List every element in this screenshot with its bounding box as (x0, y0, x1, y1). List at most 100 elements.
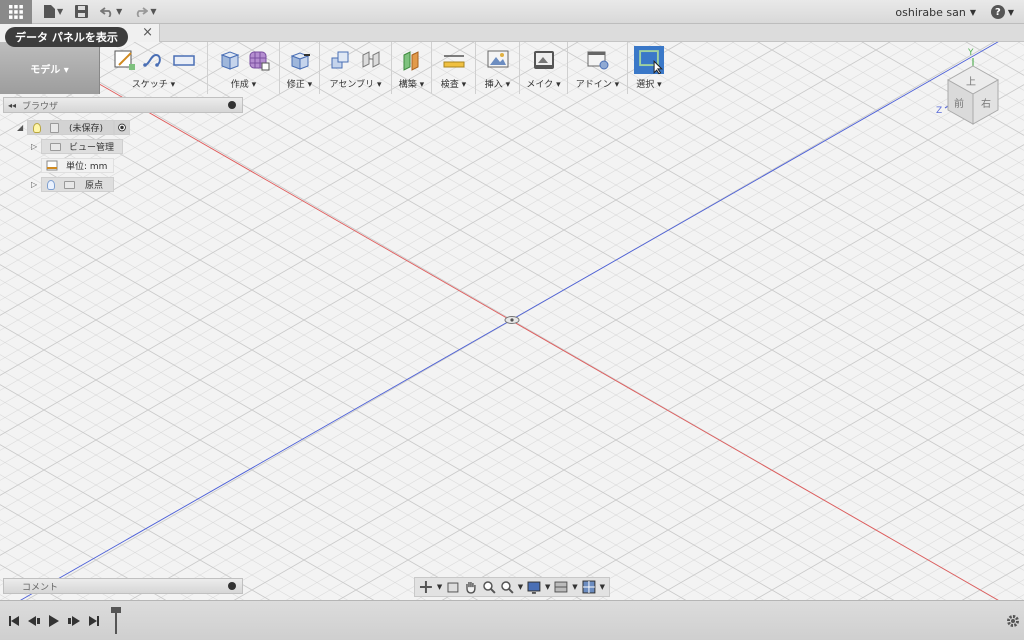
assemble-group[interactable]: アセンブリ ▾ (320, 42, 392, 94)
extrude-icon[interactable] (218, 49, 240, 71)
inspect-group-label: 検査 ▾ (440, 80, 467, 90)
cube-right-face[interactable]: 右 (981, 95, 991, 110)
tree-row-units[interactable]: 単位: mm (41, 158, 115, 173)
user-menu[interactable]: oshirabe san ▼ (895, 0, 976, 24)
select-icon[interactable] (634, 46, 664, 74)
orbit-icon[interactable] (419, 580, 433, 594)
construct-group[interactable]: 構築 ▾ (392, 42, 432, 94)
minimize-icon[interactable] (228, 101, 236, 109)
form-icon[interactable] (248, 49, 270, 71)
tree-row-origin[interactable]: ▷ 原点 (31, 177, 115, 192)
offset-plane-icon[interactable] (401, 49, 423, 71)
visibility-bulb-icon[interactable] (47, 179, 55, 190)
go-to-end-icon[interactable] (84, 611, 104, 631)
sketch-group[interactable]: スケッチ ▾ (100, 42, 208, 94)
timeline-marker-icon[interactable] (110, 606, 122, 636)
new-component-icon[interactable] (330, 49, 352, 71)
component-icon (50, 122, 59, 133)
origin-marker[interactable] (504, 316, 520, 324)
assemble-group-label: アセンブリ ▾ (329, 80, 382, 90)
close-tab-icon[interactable]: × (142, 25, 153, 40)
select-group-label: 選択 ▾ (636, 80, 662, 90)
chevron-down-icon[interactable]: ▼ (437, 583, 442, 591)
expand-triangle-icon[interactable]: ▷ (31, 142, 41, 151)
browser-title: ブラウザ (22, 101, 59, 112)
visibility-bulb-icon[interactable] (33, 122, 41, 133)
chevron-down-icon[interactable]: ▼ (600, 583, 605, 591)
construct-group-label: 構築 ▾ (398, 80, 425, 90)
pan-hand-icon[interactable] (464, 580, 478, 594)
tree-root-row[interactable]: ◢ (未保存) (17, 120, 131, 135)
chevron-down-icon[interactable]: ▼ (572, 583, 577, 591)
press-pull-icon[interactable] (289, 49, 311, 71)
scripts-addins-icon[interactable] (587, 49, 609, 71)
insert-group-label: 挿入 ▾ (484, 80, 511, 90)
redo-button[interactable]: ▼ (128, 0, 162, 24)
look-at-icon[interactable] (446, 580, 460, 594)
comments-panel-header[interactable]: コメント (3, 578, 243, 594)
select-group[interactable]: 選択 ▾ (628, 42, 670, 94)
viewport-canvas[interactable] (0, 0, 1024, 640)
comments-title: コメント (22, 582, 59, 593)
inspect-group[interactable]: 検査 ▾ (432, 42, 476, 94)
spline-icon[interactable] (142, 49, 165, 71)
units-icon (46, 160, 58, 171)
timeline-bar (0, 600, 1024, 640)
step-forward-icon[interactable] (64, 611, 84, 631)
cube-z-label: Z (936, 106, 943, 116)
joint-icon[interactable] (360, 49, 382, 71)
viewports-icon[interactable] (582, 580, 596, 594)
navigation-bar: ▼ ▼ ▼ ▼ ▼ (414, 577, 610, 597)
app-top-bar: ▼ ▼ ▼ oshirabe san ▼ ? ▼ (0, 0, 1024, 24)
chevron-down-icon[interactable]: ▼ (545, 583, 550, 591)
activate-radio-icon[interactable] (114, 120, 131, 135)
minimize-icon[interactable] (228, 582, 236, 590)
undo-icon (100, 6, 112, 17)
sketch-group-label: スケッチ ▾ (131, 80, 176, 90)
main-toolbar: モデル ▾ スケッチ ▾ 作成 ▾ 修正 ▾ アセンブリ ▾ 構築 ▾ 検査 ▾… (0, 42, 670, 94)
step-back-icon[interactable] (24, 611, 44, 631)
workspace-switcher[interactable]: モデル ▾ (0, 42, 100, 94)
grid-settings-icon[interactable] (554, 580, 568, 594)
go-to-start-icon[interactable] (4, 611, 24, 631)
grid-icon (9, 4, 23, 19)
undo-button[interactable]: ▼ (94, 0, 128, 24)
help-menu[interactable]: ? ▼ (990, 0, 1014, 24)
apps-grid-button[interactable] (0, 0, 32, 24)
cube-y-label: Y (968, 48, 974, 58)
modify-group[interactable]: 修正 ▾ (280, 42, 320, 94)
expand-triangle-icon[interactable]: ◢ (17, 123, 27, 132)
folder-icon (64, 180, 75, 189)
play-icon[interactable] (44, 611, 64, 631)
chevron-down-icon: ▼ (57, 7, 64, 16)
expand-triangle-icon[interactable]: ▷ (31, 180, 41, 189)
help-icon: ? (990, 5, 1005, 19)
collapse-panel-icon[interactable]: ◂◂ (8, 101, 16, 110)
make-group-label: メイク ▾ (526, 80, 561, 90)
fit-zoom-icon[interactable] (500, 580, 514, 594)
document-tab-strip: × (0, 24, 1024, 42)
timeline-settings-icon[interactable] (1006, 614, 1020, 628)
make-group[interactable]: メイク ▾ (520, 42, 568, 94)
cube-top-face[interactable]: 上 (966, 73, 976, 88)
tree-item-label: ビュー管理 (69, 143, 115, 153)
folder-icon (50, 142, 61, 151)
create-group[interactable]: 作成 ▾ (208, 42, 280, 94)
create-sketch-icon[interactable] (113, 49, 135, 71)
chevron-down-icon: ▼ (150, 7, 157, 16)
file-menu-button[interactable]: ▼ (38, 0, 69, 24)
measure-icon[interactable] (443, 49, 465, 71)
save-button[interactable] (69, 0, 94, 24)
zoom-icon[interactable] (482, 580, 496, 594)
tree-row-view-management[interactable]: ▷ ビュー管理 (31, 139, 124, 154)
chevron-down-icon[interactable]: ▼ (518, 583, 523, 591)
display-settings-icon[interactable] (527, 580, 541, 594)
insert-group[interactable]: 挿入 ▾ (476, 42, 520, 94)
3d-print-icon[interactable] (533, 49, 555, 71)
insert-image-icon[interactable] (487, 49, 509, 71)
browser-panel-header[interactable]: ◂◂ ブラウザ (3, 97, 243, 113)
rectangle-icon[interactable] (172, 49, 195, 71)
cube-front-face[interactable]: 前 (954, 95, 964, 110)
addins-group[interactable]: アドイン ▾ (568, 42, 628, 94)
user-name: oshirabe san (895, 5, 966, 19)
